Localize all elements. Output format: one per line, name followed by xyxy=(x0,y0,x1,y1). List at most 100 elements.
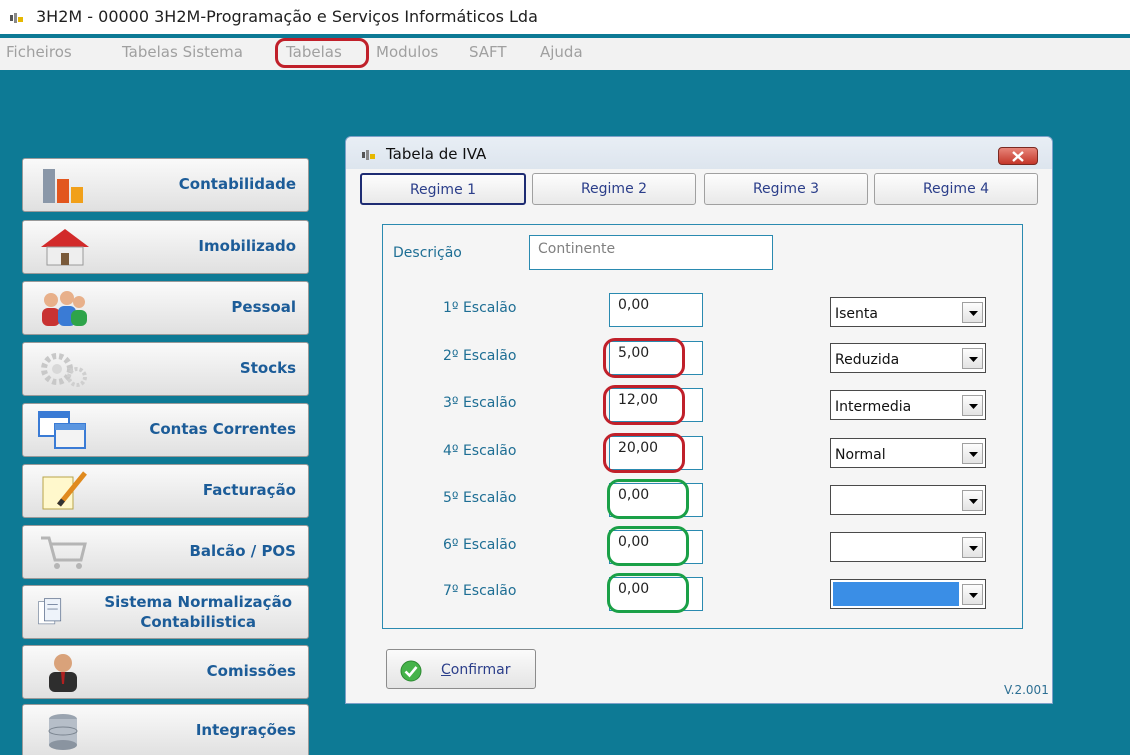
businessman-icon xyxy=(49,654,77,692)
sidebar-item-pessoal[interactable]: Pessoal xyxy=(22,281,309,335)
iva-table-dialog: Tabela de IVA Regime 1 Regime 2 Regime 3… xyxy=(345,136,1053,704)
chart-icon xyxy=(43,169,83,203)
confirm-label: Confirmar xyxy=(441,662,511,678)
escalao-2-type-value: Reduzida xyxy=(835,352,900,368)
checkmark-icon xyxy=(400,660,422,682)
escalao-6-type-select[interactable] xyxy=(830,532,986,562)
iva-rates-panel: Descrição Continente 1º Escalão 0,00 Ise… xyxy=(382,224,1023,629)
sidebar-item-label: Contabilidade xyxy=(178,175,296,193)
sidebar-item-label: Facturação xyxy=(202,481,296,499)
escalao-7-label: 7º Escalão xyxy=(443,583,517,599)
sidebar-item-imobilizado[interactable]: Imobilizado xyxy=(22,220,309,274)
dropdown-button[interactable] xyxy=(962,395,983,416)
sidebar-item-label: Pessoal xyxy=(231,298,296,316)
sidebar-item-integracoes[interactable]: Integrações xyxy=(22,704,309,755)
green-highlight-mark xyxy=(607,479,689,519)
sidebar-item-stocks[interactable]: Stocks xyxy=(22,342,309,396)
menu-saft[interactable]: SAFT xyxy=(469,43,507,61)
chevron-down-icon xyxy=(969,404,978,409)
cart-icon xyxy=(41,536,87,569)
confirm-label-rest: onfirmar xyxy=(450,662,511,678)
sidebar-item-label: Comissões xyxy=(206,662,296,680)
green-highlight-mark xyxy=(607,526,689,566)
escalao-1-rate-value: 0,00 xyxy=(618,297,650,313)
close-button[interactable] xyxy=(998,147,1038,165)
house-icon xyxy=(41,229,89,266)
chevron-down-icon xyxy=(969,311,978,316)
windows-icon xyxy=(38,411,86,449)
menu-ficheiros[interactable]: Ficheiros xyxy=(6,43,72,61)
database-icon xyxy=(48,714,78,750)
sidebar-item-label: Balcão / POS xyxy=(189,542,297,560)
green-highlight-mark xyxy=(607,573,689,613)
dropdown-button[interactable] xyxy=(962,302,983,323)
escalao-3-label: 3º Escalão xyxy=(443,395,517,411)
escalao-3-type-select[interactable]: Intermedia xyxy=(830,390,986,420)
sidebar-item-contas-correntes[interactable]: Contas Correntes xyxy=(22,403,309,457)
escalao-1-type-select[interactable]: Isenta xyxy=(830,297,986,327)
tab-regime-1[interactable]: Regime 1 xyxy=(360,173,526,205)
chevron-down-icon xyxy=(969,593,978,598)
escalao-4-type-select[interactable]: Normal xyxy=(830,438,986,468)
sidebar-item-label: Contas Correntes xyxy=(149,420,296,438)
gears-icon xyxy=(41,353,87,387)
dialog-title: Tabela de IVA xyxy=(386,145,487,163)
sidebar-item-label: Stocks xyxy=(239,359,296,377)
dropdown-button[interactable] xyxy=(962,443,983,464)
red-highlight-mark xyxy=(603,338,685,378)
dropdown-button[interactable] xyxy=(962,490,983,511)
close-icon xyxy=(1012,151,1024,162)
escalao-6-label: 6º Escalão xyxy=(443,537,517,553)
menu-bar: Ficheiros Tabelas Sistema Tabelas Modulo… xyxy=(0,38,1130,70)
title-bar: 3H2M - 00000 3H2M-Programação e Serviços… xyxy=(0,0,1130,34)
escalao-2-type-select[interactable]: Reduzida xyxy=(830,343,986,373)
escalao-3-type-value: Intermedia xyxy=(835,399,912,415)
sidebar-item-balcao-pos[interactable]: Balcão / POS xyxy=(22,525,309,579)
escalao-1-type-value: Isenta xyxy=(835,306,878,322)
escalao-4-type-value: Normal xyxy=(835,447,886,463)
sidebar-item-comissoes[interactable]: Comissões xyxy=(22,645,309,699)
documents-icon xyxy=(38,598,62,625)
sidebar-item-contabilidade[interactable]: Contabilidade xyxy=(22,158,309,212)
tab-regime-4[interactable]: Regime 4 xyxy=(874,173,1038,205)
tab-regime-3[interactable]: Regime 3 xyxy=(704,173,868,205)
dialog-title-bar[interactable]: Tabela de IVA xyxy=(346,137,1052,169)
menu-modulos[interactable]: Modulos xyxy=(376,43,438,61)
sidebar-item-label: Imobilizado xyxy=(198,237,296,255)
menu-highlight-mark xyxy=(275,38,369,68)
escalao-7-type-select[interactable] xyxy=(830,579,986,609)
sidebar-item-sistema-normalizacao[interactable]: Sistema Normalização Contabilistica xyxy=(22,585,309,639)
escalao-4-label: 4º Escalão xyxy=(443,443,517,459)
escalao-1-rate-field[interactable]: 0,00 xyxy=(609,293,703,327)
app-icon xyxy=(362,150,375,160)
menu-tabelas-sistema[interactable]: Tabelas Sistema xyxy=(122,43,243,61)
sidebar-item-facturacao[interactable]: Facturação xyxy=(22,464,309,518)
people-icon xyxy=(42,291,87,326)
red-highlight-mark xyxy=(603,385,685,425)
sidebar-item-label-line2: Contabilistica xyxy=(140,613,257,631)
dropdown-button[interactable] xyxy=(962,537,983,558)
chevron-down-icon xyxy=(969,546,978,551)
dropdown-button[interactable] xyxy=(962,348,983,369)
escalao-5-type-select[interactable] xyxy=(830,485,986,515)
sidebar-item-label-line1: Sistema Normalização xyxy=(104,593,292,611)
app-icon xyxy=(10,13,23,23)
sidebar-item-label: Sistema Normalização Contabilistica xyxy=(104,592,292,632)
escalao-2-label: 2º Escalão xyxy=(443,348,517,364)
description-label: Descrição xyxy=(393,245,462,261)
description-field[interactable]: Continente xyxy=(529,235,773,270)
version-label: V.2.001 xyxy=(1004,683,1049,697)
menu-ajuda[interactable]: Ajuda xyxy=(540,43,583,61)
chevron-down-icon xyxy=(969,499,978,504)
chevron-down-icon xyxy=(969,452,978,457)
window-title: 3H2M - 00000 3H2M-Programação e Serviços… xyxy=(36,7,538,26)
pencil-note-icon xyxy=(42,471,87,510)
escalao-1-label: 1º Escalão xyxy=(443,300,517,316)
sidebar-item-label: Integrações xyxy=(195,721,296,739)
dropdown-button[interactable] xyxy=(962,584,983,605)
chevron-down-icon xyxy=(969,357,978,362)
escalao-7-type-value xyxy=(833,582,959,606)
red-highlight-mark xyxy=(603,433,685,473)
confirm-button[interactable]: Confirmar xyxy=(386,649,536,689)
tab-regime-2[interactable]: Regime 2 xyxy=(532,173,696,205)
